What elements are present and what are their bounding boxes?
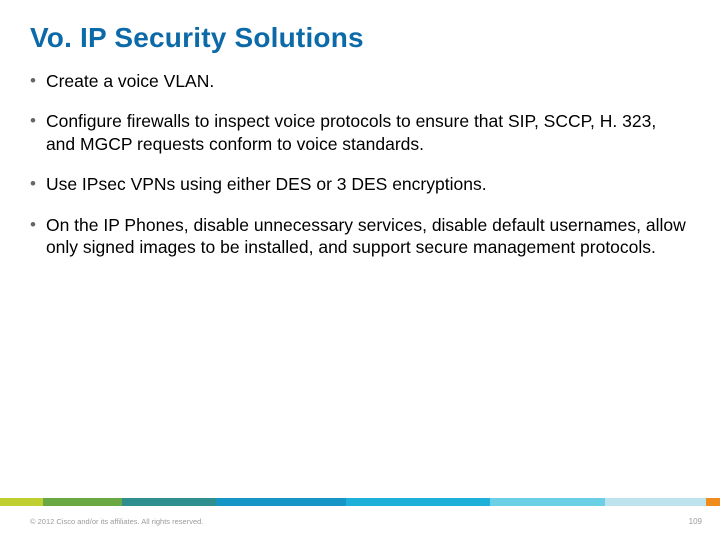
- list-item: • Use IPsec VPNs using either DES or 3 D…: [30, 173, 690, 195]
- accent-segment: [490, 498, 605, 506]
- bullet-text: Configure firewalls to inspect voice pro…: [46, 110, 690, 155]
- accent-segment: [216, 498, 346, 506]
- list-item: • On the IP Phones, disable unnecessary …: [30, 214, 690, 259]
- bullet-dot-icon: •: [30, 70, 36, 92]
- bullet-dot-icon: •: [30, 173, 36, 195]
- bullet-dot-icon: •: [30, 214, 36, 236]
- bullet-text: On the IP Phones, disable unnecessary se…: [46, 214, 690, 259]
- bullet-list: • Create a voice VLAN. • Configure firew…: [30, 70, 690, 276]
- accent-segment: [122, 498, 216, 506]
- list-item: • Configure firewalls to inspect voice p…: [30, 110, 690, 155]
- footer-copyright: © 2012 Cisco and/or its affiliates. All …: [30, 517, 203, 526]
- page-number: 109: [689, 517, 702, 526]
- page-title: Vo. IP Security Solutions: [30, 22, 364, 54]
- list-item: • Create a voice VLAN.: [30, 70, 690, 92]
- bullet-dot-icon: •: [30, 110, 36, 132]
- bullet-text: Use IPsec VPNs using either DES or 3 DES…: [46, 173, 690, 195]
- accent-segment: [43, 498, 122, 506]
- slide: Vo. IP Security Solutions • Create a voi…: [0, 0, 720, 540]
- bullet-text: Create a voice VLAN.: [46, 70, 690, 92]
- accent-segment: [346, 498, 490, 506]
- accent-segment: [605, 498, 706, 506]
- accent-segment: [0, 498, 43, 506]
- accent-bar: [0, 498, 720, 506]
- accent-segment: [706, 498, 720, 506]
